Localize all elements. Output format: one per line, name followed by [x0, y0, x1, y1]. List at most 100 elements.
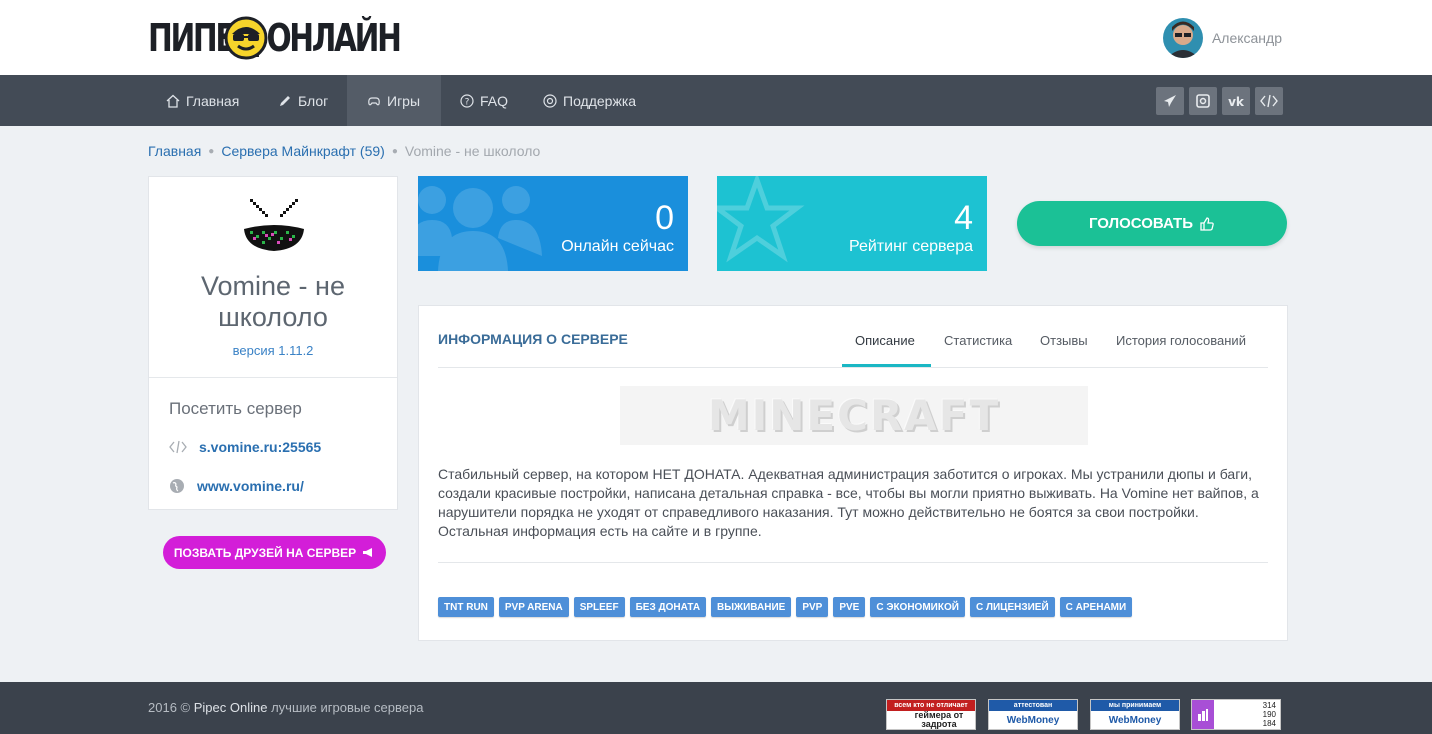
server-name: Vomine - не школоло	[201, 271, 345, 332]
copyright-year: 2016 ©	[148, 700, 191, 715]
instagram-icon	[1196, 94, 1210, 108]
nav-item-games[interactable]: Игры	[347, 75, 441, 126]
online-label: Онлайн сейчас	[561, 238, 674, 255]
footer: 2016 © Pipec Online лучшие игровые серве…	[0, 682, 1432, 734]
avatar	[1162, 18, 1203, 58]
tag[interactable]: С ЛИЦЕНЗИЕЙ	[969, 597, 1055, 617]
tab-reviews[interactable]: Отзывы	[1040, 333, 1088, 348]
counter-logo-icon	[1192, 700, 1214, 729]
server-version: версия 1.11.2	[232, 343, 314, 358]
breadcrumb-current: Vomine - не школоло	[404, 143, 541, 159]
minecraft-banner: MINECRAFT	[620, 386, 1088, 445]
nav-item-faq[interactable]: ? FAQ	[460, 75, 508, 126]
vk-icon: vk	[1228, 95, 1245, 108]
server-info-panel: ИНФОРМАЦИЯ О СЕРВЕРЕ Описание Статистика…	[418, 305, 1288, 641]
logo-face-icon	[224, 16, 268, 60]
lifebuoy-icon	[543, 93, 557, 108]
breadcrumb: Главная ● Сервера Майнкрафт (59) ● Vomin…	[148, 143, 540, 159]
nav-label: Блог	[298, 92, 329, 109]
gamepad-icon	[368, 96, 380, 105]
divider	[149, 377, 397, 378]
users-icon	[418, 186, 542, 271]
tab-vote-history[interactable]: История голосований	[1116, 333, 1246, 348]
server-card: Vomine - не школоло версия 1.11.2 Посети…	[148, 176, 398, 510]
tag[interactable]: PVP ARENA	[498, 597, 569, 617]
tag[interactable]: С АРЕНАМИ	[1059, 597, 1133, 617]
vote-button[interactable]: ГОЛОСОВАТЬ	[1017, 201, 1287, 246]
question-circle-icon: ?	[460, 93, 474, 108]
telegram-link[interactable]	[1156, 87, 1184, 115]
badge-bottom-text: WebMoney	[1108, 714, 1162, 726]
counter-value: 314	[1262, 701, 1276, 710]
vote-label: ГОЛОСОВАТЬ	[1088, 215, 1194, 232]
megaphone-icon	[363, 548, 373, 557]
breadcrumb-separator: ●	[208, 145, 215, 157]
divider	[438, 562, 1268, 563]
rating-label: Рейтинг сервера	[849, 238, 973, 255]
nav-label: FAQ	[480, 92, 509, 109]
vk-link[interactable]: vk	[1222, 87, 1250, 115]
tag-list: TNT RUN PVP ARENA SPLEEF БЕЗ ДОНАТА ВЫЖИ…	[438, 597, 1137, 617]
logo-text: ПИПЕЦ ОНЛАЙН	[148, 16, 402, 60]
info-title: ИНФОРМАЦИЯ О СЕРВЕРЕ	[438, 331, 628, 347]
tab-statistics[interactable]: Статистика	[944, 333, 1012, 348]
globe-icon	[170, 479, 184, 493]
code-link[interactable]	[1255, 87, 1283, 115]
visit-server-title: Посетить сервер	[169, 399, 302, 418]
nav-label: Игры	[387, 92, 421, 109]
main-nav: Главная Блог Игры ? FAQ Поддержка vk	[0, 75, 1432, 126]
counter-value: 184	[1262, 719, 1276, 728]
tag[interactable]: БЕЗ ДОНАТА	[629, 597, 707, 617]
breadcrumb-home[interactable]: Главная	[148, 143, 201, 159]
visit-counter[interactable]: 314 190 184	[1191, 699, 1281, 730]
nav-item-home[interactable]: Главная	[166, 75, 239, 126]
counter-values: 314 190 184	[1214, 700, 1280, 729]
nav-item-support[interactable]: Поддержка	[543, 75, 636, 126]
footer-brand[interactable]: Pipec Online	[194, 700, 268, 715]
star-icon	[717, 176, 805, 263]
tag[interactable]: PVE	[833, 597, 866, 617]
code-icon	[169, 440, 187, 454]
server-description: Стабильный сервер, на котором НЕТ ДОНАТА…	[438, 466, 1259, 539]
tag[interactable]: С ЭКОНОМИКОЙ	[870, 597, 965, 617]
badge-bottom-text: геймера от задрота	[914, 710, 964, 729]
thumbs-up-icon	[1200, 216, 1214, 231]
nav-label: Поддержка	[563, 92, 637, 109]
server-address-link[interactable]: s.vomine.ru:25565	[169, 439, 321, 455]
svg-text:?: ?	[465, 97, 470, 107]
webmoney-attested-badge[interactable]: аттестован WebMoney	[988, 699, 1078, 730]
footer-tagline: лучшие игровые сервера	[271, 700, 424, 715]
server-logo-icon	[244, 199, 304, 251]
telegram-icon	[1164, 95, 1176, 107]
active-tab-indicator	[842, 364, 931, 367]
server-address: s.vomine.ru:25565	[199, 439, 322, 455]
webmoney-accepted-badge[interactable]: мы принимаем WebMoney	[1090, 699, 1180, 730]
badge-bottom-text: WebMoney	[1006, 714, 1060, 726]
nav-label: Главная	[186, 92, 240, 109]
tag[interactable]: TNT RUN	[438, 597, 494, 617]
divider	[438, 367, 1268, 368]
invite-friends-button[interactable]: ПОЗВАТЬ ДРУЗЕЙ НА СЕРВЕР	[163, 536, 386, 569]
copyright: 2016 © Pipec Online лучшие игровые серве…	[148, 700, 423, 715]
rating-value: 4	[954, 199, 973, 237]
user-name: Александр	[1211, 30, 1282, 46]
top-header: ПИПЕЦ ОНЛАЙН Александр	[0, 0, 1432, 75]
tag[interactable]: SPLEEF	[573, 597, 625, 617]
gamer-badge[interactable]: всем кто не отличает геймера от задрота	[886, 699, 976, 730]
user-menu[interactable]: Александр	[1162, 18, 1282, 58]
pencil-icon	[280, 95, 290, 106]
server-website: www.vomine.ru/	[197, 478, 304, 494]
invite-label: ПОЗВАТЬ ДРУЗЕЙ НА СЕРВЕР	[173, 545, 357, 560]
tab-description[interactable]: Описание	[855, 333, 915, 348]
server-website-link[interactable]: www.vomine.ru/	[169, 478, 304, 494]
instagram-link[interactable]	[1189, 87, 1217, 115]
online-now-box: 0 Онлайн сейчас	[418, 176, 688, 271]
nav-item-blog[interactable]: Блог	[278, 75, 328, 126]
counter-value: 190	[1262, 710, 1276, 719]
tag[interactable]: ВЫЖИВАНИЕ	[711, 597, 792, 617]
home-icon	[166, 94, 180, 108]
tag[interactable]: PVP	[796, 597, 829, 617]
breadcrumb-category[interactable]: Сервера Майнкрафт (59)	[221, 143, 384, 159]
site-logo[interactable]: ПИПЕЦ ОНЛАЙН	[148, 14, 471, 62]
svg-text:vk: vk	[1228, 95, 1245, 108]
